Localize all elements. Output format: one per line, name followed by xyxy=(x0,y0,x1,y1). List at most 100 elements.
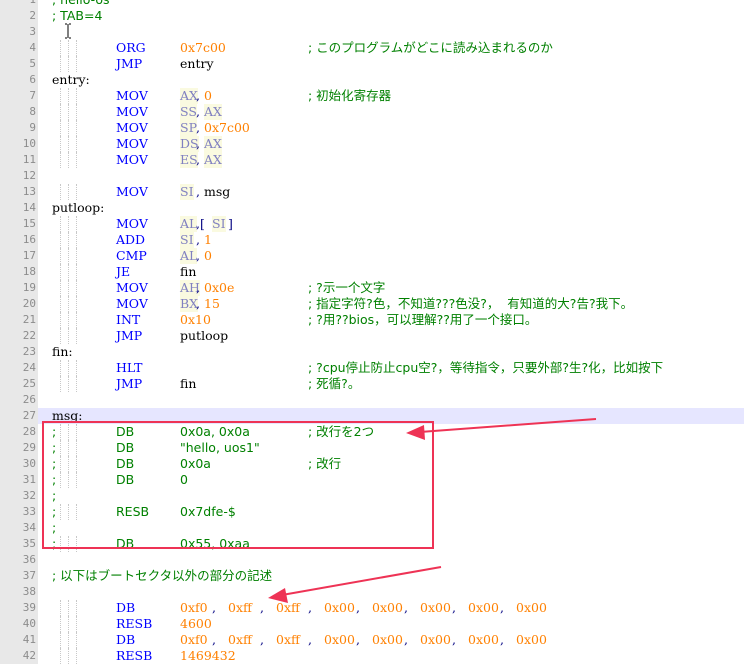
line-number: 15 xyxy=(0,216,38,232)
line-number: 22 xyxy=(0,328,38,344)
code-line[interactable]: 12 xyxy=(0,168,744,184)
indent-guide xyxy=(60,120,61,136)
code-token: entry xyxy=(180,56,214,71)
code-line[interactable]: 17 CMP AL, 0 xyxy=(0,248,744,264)
code-line[interactable]: 13 MOV SI, msg xyxy=(0,184,744,200)
indent-guide xyxy=(76,56,77,72)
code-token: , xyxy=(196,248,200,263)
code-line[interactable]: 7 MOV AX, 0; 初始化寄存器 xyxy=(0,88,744,104)
code-token: JMP xyxy=(116,328,143,343)
code-token: 0x00 xyxy=(324,632,355,647)
code-line[interactable]: 10 MOV DS, AX xyxy=(0,136,744,152)
code-token: ] xyxy=(228,216,233,231)
code-token: ; xyxy=(52,456,57,471)
code-line[interactable]: 4 ORG 0x7c00 ; このプログラムがどこに読み込まれるのか xyxy=(0,40,744,56)
indent-guide xyxy=(68,56,69,72)
indent-guide xyxy=(60,424,61,440)
code-line[interactable]: 23 fin: xyxy=(0,344,744,360)
code-line[interactable]: 15 MOV AL ,[SI] xyxy=(0,216,744,232)
line-number: 11 xyxy=(0,152,38,168)
code-token: 4600 xyxy=(180,616,212,631)
code-line[interactable]: 18 JE fin xyxy=(0,264,744,280)
indent-guide xyxy=(76,456,77,472)
code-line[interactable]: 26 xyxy=(0,392,744,408)
code-line[interactable]: 21 INT 0x10 ; ?用??bios，可以理解??用了一个接口。 xyxy=(0,312,744,328)
code-line[interactable]: 37 ; 以下はブートセクタ以外の部分の記述 xyxy=(0,568,744,584)
code-line[interactable]: 31; DB 0 xyxy=(0,472,744,488)
indent-guide xyxy=(60,616,61,632)
code-line[interactable]: 42 RESB 1469432 xyxy=(0,648,744,664)
code-line[interactable]: 8 MOV SS, AX xyxy=(0,104,744,120)
code-line[interactable]: 34; xyxy=(0,520,744,536)
indent-guide xyxy=(68,184,69,200)
indent-guide xyxy=(76,152,77,168)
code-line[interactable]: 36 xyxy=(0,552,744,568)
code-line[interactable]: 3 xyxy=(0,24,744,40)
indent-guide xyxy=(68,424,69,440)
code-token: ,[ xyxy=(196,216,205,231)
code-line[interactable]: 35; DB 0x55, 0xaa xyxy=(0,536,744,552)
code-line[interactable]: 6 entry: xyxy=(0,72,744,88)
code-token: ; xyxy=(52,488,57,503)
line-number: 5 xyxy=(0,56,38,72)
code-line[interactable]: 28; DB 0x0a, 0x0a ; 改行を2つ xyxy=(0,424,744,440)
indent-guide xyxy=(76,440,77,456)
code-line[interactable]: 14 putloop: xyxy=(0,200,744,216)
code-token: 0xff xyxy=(228,632,252,647)
line-number: 3 xyxy=(0,24,38,40)
code-token: JMP xyxy=(116,376,143,391)
code-token: , xyxy=(212,632,220,647)
line-number: 32 xyxy=(0,488,38,504)
indent-guide xyxy=(68,536,69,552)
indent-guide xyxy=(60,472,61,488)
line-number: 27 xyxy=(0,408,38,424)
code-line[interactable]: 2 ; TAB=4 xyxy=(0,8,744,24)
code-line[interactable]: 38 xyxy=(0,584,744,600)
code-line[interactable]: 30; DB 0x0a ; 改行 xyxy=(0,456,744,472)
indent-guide xyxy=(68,440,69,456)
code-editor[interactable]: 1 ; hello-os 2 ; TAB=4 34 ORG 0x7c00 ; このプログラムが… xyxy=(0,0,744,672)
code-token: 0x7dfe-$ xyxy=(180,504,236,519)
indent-guide xyxy=(76,184,77,200)
code-token: MOV xyxy=(116,88,148,103)
indent-guide xyxy=(76,264,77,280)
code-line[interactable]: 41 DB 0xf0, 0xff, 0xff, 0x00, 0x00, 0x00, … xyxy=(0,632,744,648)
code-token: MOV xyxy=(116,280,148,295)
code-line[interactable]: 25 JMP fin ; 死循?。 xyxy=(0,376,744,392)
code-line[interactable]: 40 RESB 4600 xyxy=(0,616,744,632)
code-line[interactable]: 1 ; hello-os xyxy=(0,0,744,8)
indent-guide xyxy=(60,504,61,520)
code-token: DB xyxy=(116,536,135,551)
code-line[interactable]: 24 HLT ; ?cpu停止防止cpu空?，等待指令，只要外部?生?化，比如按下 xyxy=(0,360,744,376)
indent-guide xyxy=(76,360,77,376)
code-token: "hello, uos1" xyxy=(180,440,260,455)
line-number: 26 xyxy=(0,392,38,408)
code-token: , xyxy=(212,600,220,615)
indent-guide xyxy=(60,88,61,104)
indent-guide xyxy=(68,280,69,296)
code-line[interactable]: 29; DB "hello, uos1" xyxy=(0,440,744,456)
code-line[interactable]: 9 MOV SP, 0x7c00 xyxy=(0,120,744,136)
code-token: AL xyxy=(180,248,198,264)
code-token: 0 xyxy=(204,248,212,263)
code-token: , xyxy=(196,280,200,295)
code-line[interactable]: 33; RESB 0x7dfe-$ xyxy=(0,504,744,520)
code-token: , xyxy=(452,600,460,615)
indent-guide xyxy=(76,536,77,552)
indent-guide xyxy=(60,360,61,376)
code-token: SI xyxy=(180,184,194,200)
code-line[interactable]: 11 MOV ES, AX xyxy=(0,152,744,168)
code-token: MOV xyxy=(116,120,148,135)
code-line[interactable]: 32; xyxy=(0,488,744,504)
code-token: RESB xyxy=(116,648,153,663)
code-line[interactable]: 20 MOV BX, 15; 指定字符?色，不知道???色没?， 有知道的大?告?我下… xyxy=(0,296,744,312)
code-line[interactable]: 27 msg: xyxy=(0,408,744,424)
indent-guide xyxy=(60,536,61,552)
code-line[interactable]: 22 JMP putloop xyxy=(0,328,744,344)
code-line[interactable]: 39 DB 0xf0, 0xff, 0xff, 0x00, 0x00, 0x00, … xyxy=(0,600,744,616)
code-token: , xyxy=(260,600,268,615)
code-line[interactable]: 16 ADD SI, 1 xyxy=(0,232,744,248)
code-line[interactable]: 19 MOV AH, 0x0e; ?示一个文字 xyxy=(0,280,744,296)
code-line[interactable]: 5 JMP entry xyxy=(0,56,744,72)
indent-guide xyxy=(68,600,69,616)
